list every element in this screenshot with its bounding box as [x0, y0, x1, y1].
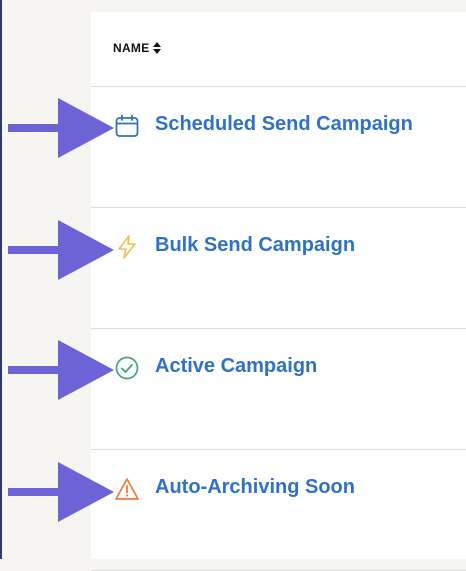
calendar-icon: [115, 114, 139, 137]
campaign-name-link[interactable]: Bulk Send Campaign: [155, 234, 355, 257]
name-column-header[interactable]: NAME: [113, 41, 161, 55]
lightning-icon: [118, 235, 136, 259]
left-edge-border: [0, 0, 2, 559]
campaign-table: NAME Scheduled Send Campaign Bulk Send C…: [91, 12, 466, 571]
table-row: Auto-Archiving Soon: [91, 450, 466, 571]
name-column-label: NAME: [113, 41, 150, 55]
annotation-arrow: [8, 220, 114, 280]
campaign-name-link[interactable]: Active Campaign: [155, 355, 317, 378]
sort-up-down-icon[interactable]: [152, 42, 161, 54]
warning-icon: [115, 478, 139, 500]
annotation-arrow: [8, 462, 114, 522]
campaign-name-link[interactable]: Auto-Archiving Soon: [155, 476, 355, 499]
table-header: NAME: [91, 12, 466, 87]
annotation-arrow: [8, 98, 114, 158]
campaign-name-link[interactable]: Scheduled Send Campaign: [155, 113, 413, 136]
check-circle-icon: [115, 356, 139, 380]
table-row: Scheduled Send Campaign: [91, 87, 466, 208]
table-row: Active Campaign: [91, 329, 466, 450]
table-row: Bulk Send Campaign: [91, 208, 466, 329]
annotation-arrow: [8, 340, 114, 400]
